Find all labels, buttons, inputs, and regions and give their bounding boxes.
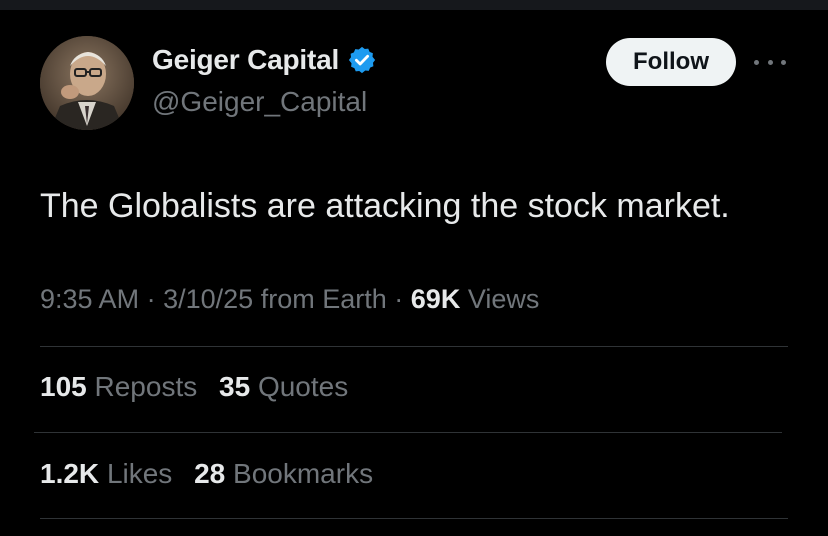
meta-separator: · bbox=[394, 284, 404, 314]
more-horizontal-icon[interactable] bbox=[754, 50, 786, 74]
quotes-label: Quotes bbox=[257, 371, 349, 402]
tweet-source: from Earth bbox=[260, 284, 387, 314]
stats-row-likes-bookmarks: 1.2K Likes 28 Bookmarks bbox=[40, 458, 387, 490]
likes-label: Likes bbox=[106, 458, 173, 489]
quotes-stat[interactable]: 35 Quotes bbox=[219, 371, 348, 402]
bookmarks-stat[interactable]: 28 Bookmarks bbox=[194, 458, 373, 489]
divider bbox=[40, 518, 788, 519]
tweet-date[interactable]: 3/10/25 bbox=[163, 284, 253, 314]
author-name[interactable]: Geiger Capital bbox=[152, 44, 339, 76]
views-label[interactable]: Views bbox=[468, 284, 540, 314]
quotes-count: 35 bbox=[219, 371, 251, 402]
tweet-time[interactable]: 9:35 AM bbox=[40, 284, 139, 314]
divider bbox=[34, 432, 782, 433]
likes-stat[interactable]: 1.2K Likes bbox=[40, 458, 180, 489]
bookmarks-label: Bookmarks bbox=[233, 458, 374, 489]
likes-count: 1.2K bbox=[40, 458, 100, 489]
reposts-count: 105 bbox=[40, 371, 87, 402]
stats-row-reposts-quotes: 105 Reposts 35 Quotes bbox=[40, 371, 362, 403]
reposts-label: Reposts bbox=[94, 371, 198, 402]
reposts-stat[interactable]: 105 Reposts bbox=[40, 371, 205, 402]
author-name-row[interactable]: Geiger Capital bbox=[152, 44, 377, 76]
top-bar bbox=[0, 0, 828, 10]
tweet-text: The Globalists are attacking the stock m… bbox=[40, 187, 730, 225]
views-count[interactable]: 69K bbox=[411, 284, 461, 314]
avatar[interactable] bbox=[40, 36, 134, 130]
tweet-meta: 9:35 AM · 3/10/25 from Earth · 69K Views bbox=[40, 284, 539, 315]
author-handle[interactable]: @Geiger_Capital bbox=[152, 86, 367, 118]
bookmarks-count: 28 bbox=[194, 458, 226, 489]
avatar-photo bbox=[40, 36, 134, 130]
meta-separator: · bbox=[146, 284, 156, 314]
divider bbox=[40, 346, 788, 347]
follow-button[interactable]: Follow bbox=[606, 38, 736, 86]
verified-badge-icon bbox=[347, 45, 377, 75]
